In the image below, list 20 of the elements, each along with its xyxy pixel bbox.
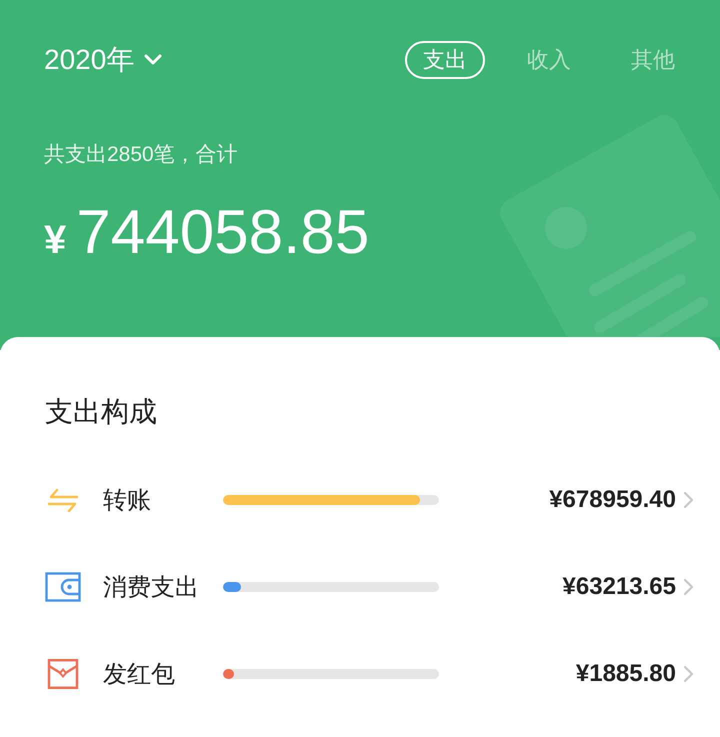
amount-text: ¥678959.40 <box>549 486 676 514</box>
envelope-icon <box>45 658 81 688</box>
category-label: 消费支出 <box>103 572 200 602</box>
amount-text: ¥1885.80 <box>576 660 676 688</box>
tab[interactable]: 支出 <box>405 41 485 79</box>
wallet-icon <box>45 572 81 602</box>
amount-text: ¥63213.65 <box>562 572 676 600</box>
chevron-down-icon <box>144 54 162 66</box>
summary-text: 共支出2850笔，合计 <box>44 142 239 168</box>
section-title: 支出构成 <box>45 395 158 429</box>
total-amount: 744058.85 <box>76 197 370 269</box>
category-label: 发红包 <box>103 660 176 690</box>
year-dropdown[interactable]: 2020年 <box>44 41 162 79</box>
category-label: 转账 <box>103 486 152 516</box>
chevron-right-icon[interactable] <box>683 664 695 682</box>
currency-symbol: ¥ <box>44 218 66 263</box>
chevron-right-icon[interactable] <box>683 578 695 596</box>
tab[interactable]: 收入 <box>509 41 589 79</box>
chevron-right-icon[interactable] <box>683 490 695 508</box>
tab[interactable]: 其他 <box>613 41 693 79</box>
